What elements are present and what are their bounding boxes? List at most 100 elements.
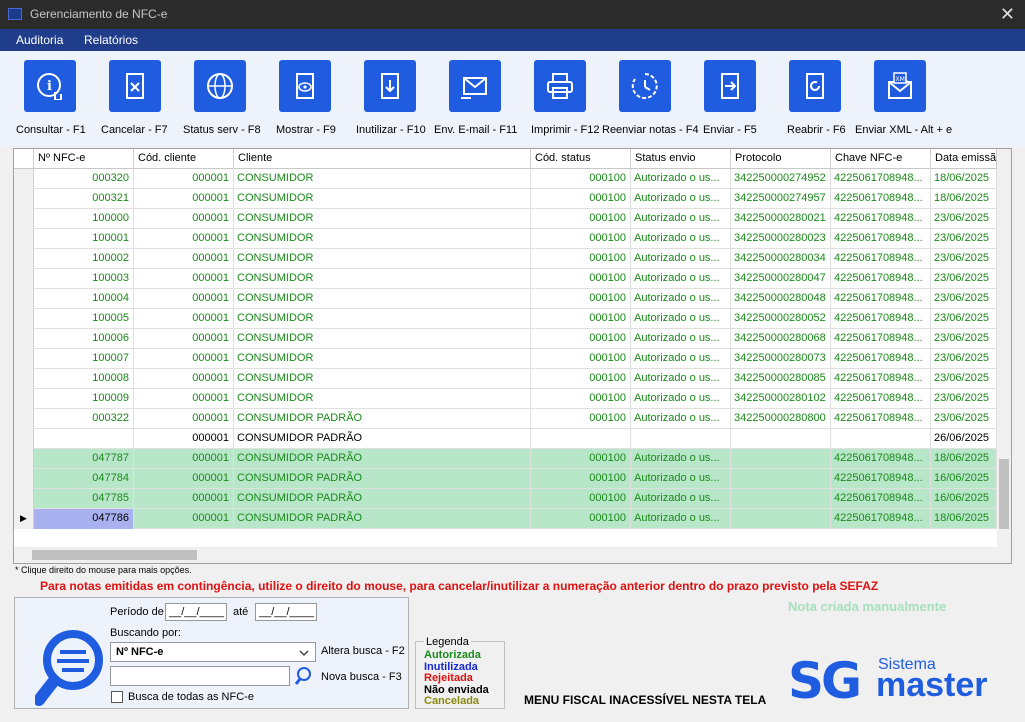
row-indicator[interactable] <box>14 369 34 389</box>
horizontal-scroll-thumb[interactable] <box>32 550 197 560</box>
all-nfce-checkbox[interactable] <box>111 691 123 703</box>
toolbar-button-0[interactable]: i <box>24 60 76 112</box>
change-search-label: Altera busca - F2 <box>321 645 405 657</box>
toolbar-button-8[interactable] <box>704 60 756 112</box>
toolbar-button-10[interactable]: XML <box>874 60 926 112</box>
cell-nfce: 100009 <box>34 389 134 409</box>
column-header[interactable]: Cliente <box>234 149 531 169</box>
row-indicator[interactable] <box>14 409 34 429</box>
toolbar-label-1[interactable]: Cancelar - F7 <box>101 124 168 136</box>
right-click-hint: * Clique direito do mouse para mais opçõ… <box>15 565 192 575</box>
table-row[interactable]: 100006 000001 CONSUMIDOR 000100 Autorizado o… <box>14 329 997 349</box>
logo-mark: SG <box>788 652 862 710</box>
app-icon <box>8 8 22 20</box>
search-icon[interactable] <box>295 666 315 686</box>
cell-cod-status: 000100 <box>531 509 631 529</box>
table-row[interactable]: 100008 000001 CONSUMIDOR 000100 Autorizado o… <box>14 369 997 389</box>
toolbar-button-5[interactable] <box>449 60 501 112</box>
toolbar-label-10[interactable]: Enviar XML - Alt + e <box>855 124 952 136</box>
table-row[interactable]: 000321 000001 CONSUMIDOR 000100 Autorizado o… <box>14 189 997 209</box>
column-header[interactable]: Status envio <box>631 149 731 169</box>
search-field-select[interactable]: Nº NFC-e <box>110 642 316 662</box>
row-indicator[interactable] <box>14 429 34 449</box>
row-indicator[interactable] <box>14 269 34 289</box>
toolbar-label-8[interactable]: Enviar - F5 <box>703 124 757 136</box>
column-header[interactable]: Cód. status <box>531 149 631 169</box>
toolbar-button-4[interactable] <box>364 60 416 112</box>
cell-cod-cliente: 000001 <box>134 329 234 349</box>
cell-cod-status: 000100 <box>531 349 631 369</box>
legend-title: Legenda <box>424 636 471 648</box>
row-indicator[interactable] <box>14 169 34 189</box>
column-header[interactable]: Data emissã <box>931 149 997 169</box>
table-row[interactable]: 100002 000001 CONSUMIDOR 000100 Autorizado o… <box>14 249 997 269</box>
toolbar-label-2[interactable]: Status serv - F8 <box>183 124 261 136</box>
toolbar-label-4[interactable]: Inutilizar - F10 <box>356 124 426 136</box>
menu-relatorios[interactable]: Relatórios <box>84 33 138 47</box>
row-indicator[interactable] <box>14 349 34 369</box>
cell-status: Autorizado o us... <box>631 189 731 209</box>
cell-chave: 4225061708948... <box>831 349 931 369</box>
globe-icon <box>207 73 233 99</box>
toolbar-label-5[interactable]: Env. E-mail - F11 <box>434 124 517 136</box>
vertical-scrollbar[interactable] <box>997 149 1011 549</box>
table-row[interactable]: 100001 000001 CONSUMIDOR 000100 Autorizado o… <box>14 229 997 249</box>
column-header[interactable]: Protocolo <box>731 149 831 169</box>
row-indicator[interactable] <box>14 449 34 469</box>
close-icon[interactable]: ✕ <box>1000 4 1015 25</box>
table-row[interactable]: 100005 000001 CONSUMIDOR 000100 Autorizado o… <box>14 309 997 329</box>
table-row[interactable]: 047787 000001 CONSUMIDOR PADRÃO 000100 Autor… <box>14 449 997 469</box>
date-to-input[interactable]: __/__/____ <box>255 603 317 621</box>
search-input[interactable] <box>110 666 290 686</box>
table-row[interactable]: 100003 000001 CONSUMIDOR 000100 Autorizado o… <box>14 269 997 289</box>
toolbar-label-9[interactable]: Reabrir - F6 <box>787 124 846 136</box>
row-indicator[interactable] <box>14 209 34 229</box>
horizontal-scrollbar[interactable] <box>14 547 1011 563</box>
row-indicator[interactable] <box>14 389 34 409</box>
table-row[interactable]: 047784 000001 CONSUMIDOR PADRÃO 000100 Autor… <box>14 469 997 489</box>
row-indicator[interactable] <box>14 329 34 349</box>
toolbar-button-3[interactable] <box>279 60 331 112</box>
cell-cod-status: 000100 <box>531 449 631 469</box>
cell-data: 18/06/2025 <box>931 189 997 209</box>
date-from-input[interactable]: __/__/____ <box>165 603 227 621</box>
table-row[interactable]: 000322 000001 CONSUMIDOR PADRÃO 000100 Autor… <box>14 409 997 429</box>
row-indicator[interactable] <box>14 469 34 489</box>
row-indicator[interactable] <box>14 289 34 309</box>
table-row[interactable]: 000320 000001 CONSUMIDOR 000100 Autorizado o… <box>14 169 997 189</box>
cell-cod-status: 000100 <box>531 229 631 249</box>
table-row[interactable]: 100009 000001 CONSUMIDOR 000100 Autorizado o… <box>14 389 997 409</box>
cell-nfce: 000321 <box>34 189 134 209</box>
table-row[interactable]: 100004 000001 CONSUMIDOR 000100 Autorizado o… <box>14 289 997 309</box>
row-indicator[interactable] <box>14 189 34 209</box>
row-indicator[interactable] <box>14 249 34 269</box>
nfce-grid[interactable]: Nº NFC-e Cód. cliente Cliente Cód. status St… <box>13 148 1012 564</box>
toolbar-button-2[interactable] <box>194 60 246 112</box>
column-header[interactable]: Cód. cliente <box>134 149 234 169</box>
table-row[interactable]: 047785 000001 CONSUMIDOR PADRÃO 000100 Autor… <box>14 489 997 509</box>
toolbar-button-1[interactable] <box>109 60 161 112</box>
row-indicator[interactable] <box>14 309 34 329</box>
manual-note-label: Nota criada manualmente <box>788 599 947 614</box>
xml-email-icon: XML <box>888 72 912 99</box>
cell-data: 23/06/2025 <box>931 389 997 409</box>
toolbar-label-0[interactable]: Consultar - F1 <box>16 124 86 136</box>
column-header[interactable]: Nº NFC-e <box>34 149 134 169</box>
table-row[interactable]: 100007 000001 CONSUMIDOR 000100 Autorizado o… <box>14 349 997 369</box>
toolbar-button-6[interactable] <box>534 60 586 112</box>
column-header[interactable]: Chave NFC-e <box>831 149 931 169</box>
toolbar-label-7[interactable]: Reenviar notas - F4 <box>602 124 699 136</box>
row-indicator[interactable]: ▶ <box>14 509 34 529</box>
toolbar-label-6[interactable]: Imprimir - F12 <box>531 124 599 136</box>
table-row[interactable]: ▶ 047786 000001 CONSUMIDOR PADRÃO 000100 Auto… <box>14 509 997 529</box>
toolbar-button-7[interactable] <box>619 60 671 112</box>
toolbar-label-3[interactable]: Mostrar - F9 <box>276 124 336 136</box>
row-indicator[interactable] <box>14 229 34 249</box>
table-row[interactable]: 000001 CONSUMIDOR PADRÃO 26/06/2025 <box>14 429 997 449</box>
toolbar-button-9[interactable] <box>789 60 841 112</box>
vertical-scroll-thumb[interactable] <box>999 459 1009 529</box>
cell-nfce: 100003 <box>34 269 134 289</box>
table-row[interactable]: 100000 000001 CONSUMIDOR 000100 Autorizado o… <box>14 209 997 229</box>
row-indicator[interactable] <box>14 489 34 509</box>
menu-auditoria[interactable]: Auditoria <box>16 33 63 47</box>
